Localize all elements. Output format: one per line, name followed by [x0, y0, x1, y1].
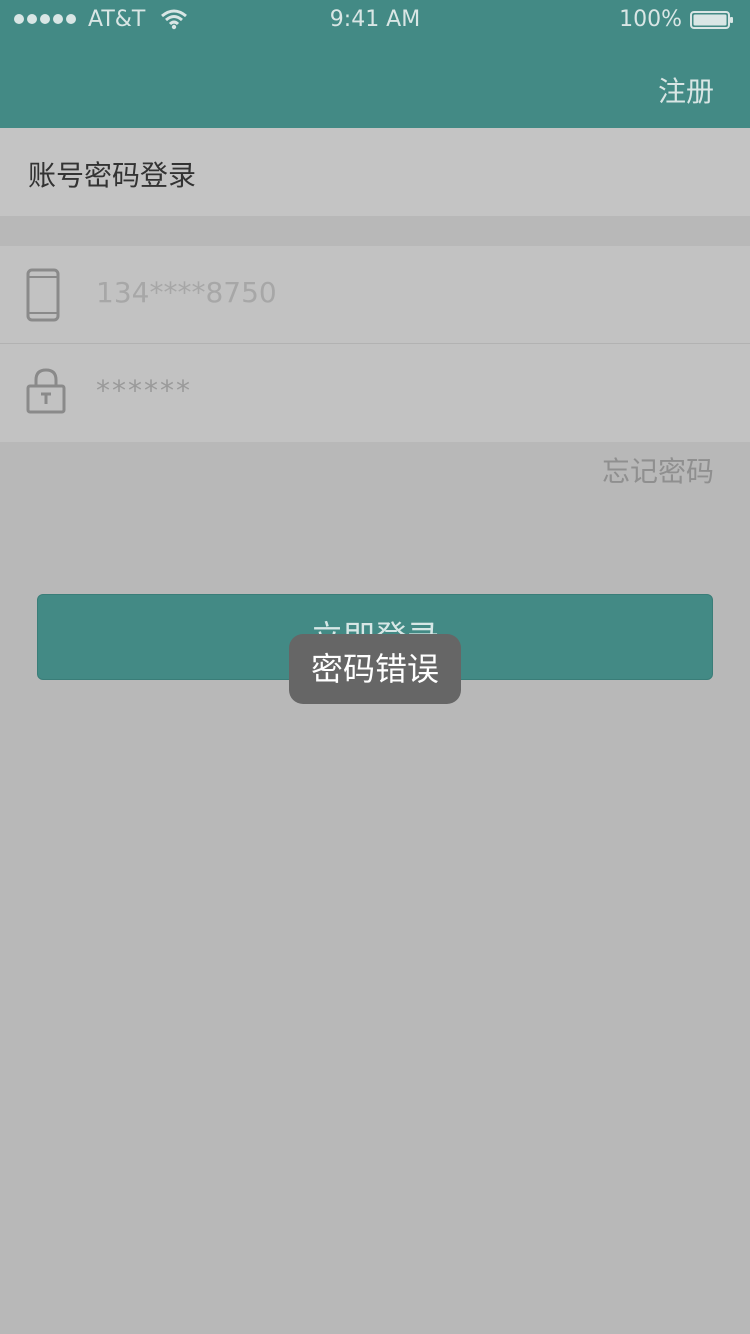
register-button[interactable]: 注册	[658, 70, 714, 110]
status-bar: AT&T 9:41 AM 100%	[0, 0, 750, 40]
phone-input[interactable]	[96, 276, 696, 309]
page-title: 账号密码登录	[28, 159, 197, 192]
password-input[interactable]	[96, 374, 696, 407]
login-method-header: 账号密码登录	[0, 128, 750, 216]
forgot-password-link[interactable]: 忘记密码	[602, 450, 714, 490]
password-row[interactable]	[0, 344, 750, 442]
battery-icon	[690, 11, 733, 29]
login-form	[0, 246, 750, 442]
app-header: AT&T 9:41 AM 100% 注册	[0, 0, 750, 128]
lock-icon	[26, 368, 66, 414]
phone-row[interactable]	[0, 246, 750, 344]
phone-icon	[26, 268, 60, 322]
error-toast: 密码错误	[289, 634, 461, 704]
battery-percentage: 100%	[619, 7, 682, 32]
